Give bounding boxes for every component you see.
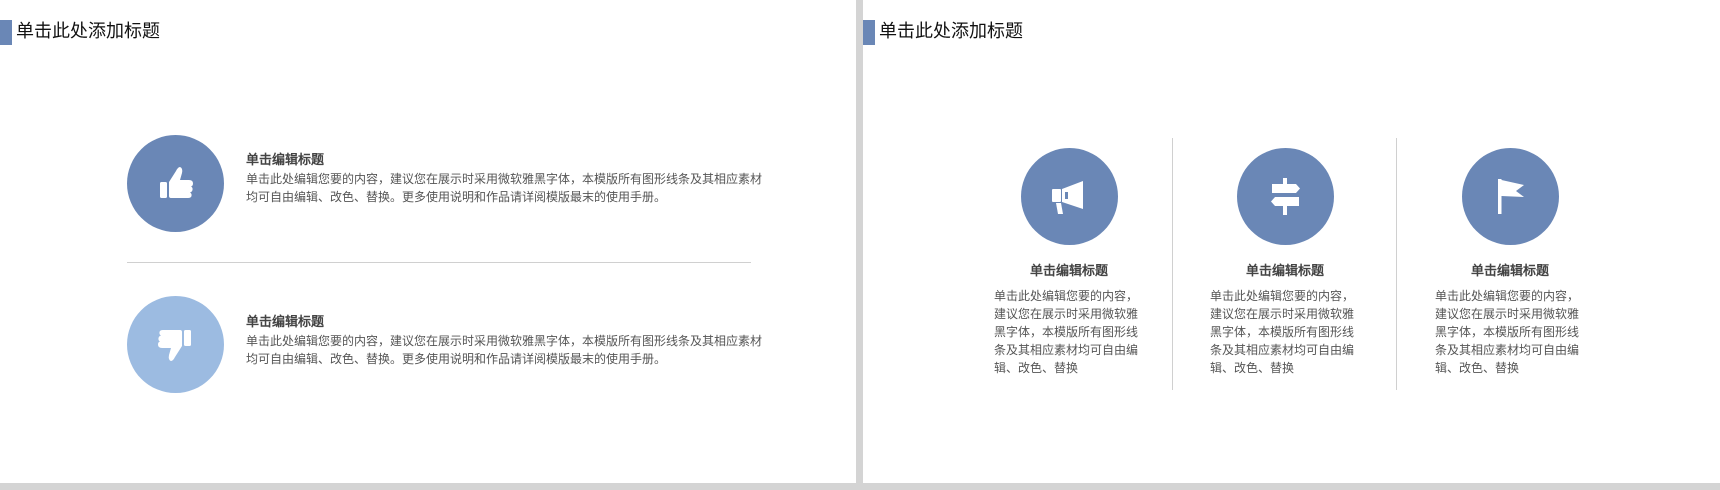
column-body[interactable]: 单击此处编辑您要的内容，建议您在展示时采用微软雅黑字体，本模版所有图形线条及其相… (1435, 287, 1585, 377)
slide-title[interactable]: 单击此处添加标题 (16, 19, 160, 45)
row-heading[interactable]: 单击编辑标题 (246, 314, 766, 332)
row-2-text: 单击编辑标题 单击此处编辑您要的内容，建议您在展示时采用微软雅黑字体，本模版所有… (246, 314, 766, 368)
column-body[interactable]: 单击此处编辑您要的内容，建议您在展示时采用微软雅黑字体，本模版所有图形线条及其相… (994, 287, 1144, 377)
title-accent-bar (0, 20, 12, 45)
signpost-circle (1236, 148, 1334, 245)
column-heading[interactable]: 单击编辑标题 (1435, 263, 1585, 281)
slide-title[interactable]: 单击此处添加标题 (879, 19, 1023, 45)
flag-circle (1461, 148, 1559, 245)
row-body[interactable]: 单击此处编辑您要的内容，建议您在展示时采用微软雅黑字体，本模版所有图形线条及其相… (246, 332, 766, 368)
column-heading[interactable]: 单击编辑标题 (994, 263, 1144, 281)
slide-2[interactable]: 单击此处添加标题 单击编辑标题 单击此处编辑您要的内容，建议您在展示时采用微软雅… (863, 0, 1720, 483)
row-heading[interactable]: 单击编辑标题 (246, 152, 766, 170)
row-1-text: 单击编辑标题 单击此处编辑您要的内容，建议您在展示时采用微软雅黑字体，本模版所有… (246, 152, 766, 206)
megaphone-circle (1020, 148, 1118, 245)
thumbs-down-circle (127, 296, 224, 393)
column-heading[interactable]: 单击编辑标题 (1210, 263, 1360, 281)
column-divider (1396, 138, 1397, 390)
slide-1[interactable]: 单击此处添加标题 单击编辑标题 单击此处编辑您要的内容，建议您在展示时采用微软雅… (0, 0, 856, 483)
column-2: 单击编辑标题 单击此处编辑您要的内容，建议您在展示时采用微软雅黑字体，本模版所有… (1210, 148, 1360, 377)
thumbs-up-circle (127, 135, 224, 232)
row-body[interactable]: 单击此处编辑您要的内容，建议您在展示时采用微软雅黑字体，本模版所有图形线条及其相… (246, 170, 766, 206)
column-divider (1172, 138, 1173, 390)
column-1: 单击编辑标题 单击此处编辑您要的内容，建议您在展示时采用微软雅黑字体，本模版所有… (994, 148, 1144, 377)
column-body[interactable]: 单击此处编辑您要的内容，建议您在展示时采用微软雅黑字体，本模版所有图形线条及其相… (1210, 287, 1360, 377)
slides-canvas: 单击此处添加标题 单击编辑标题 单击此处编辑您要的内容，建议您在展示时采用微软雅… (0, 0, 1720, 490)
title-accent-bar (863, 20, 875, 45)
column-3: 单击编辑标题 单击此处编辑您要的内容，建议您在展示时采用微软雅黑字体，本模版所有… (1435, 148, 1585, 377)
row-divider (127, 262, 751, 263)
